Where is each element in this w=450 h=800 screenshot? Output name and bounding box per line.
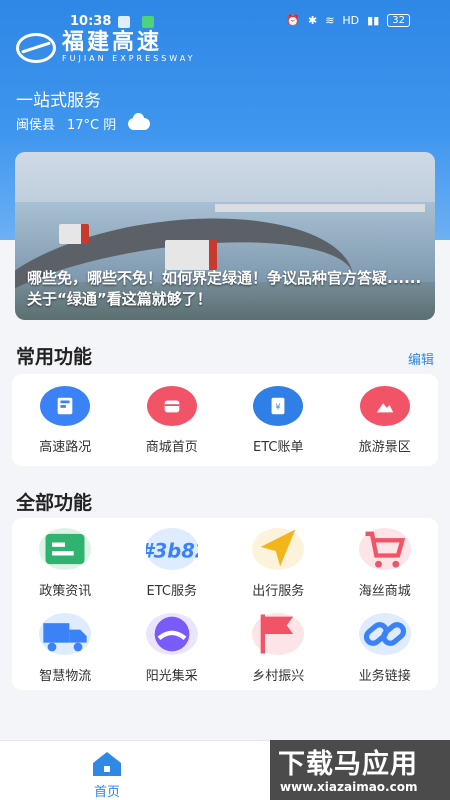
link-icon xyxy=(363,622,406,646)
svg-text:ET#3b82f6: ET#3b82f6 xyxy=(146,540,198,563)
function-label: 海丝商城 xyxy=(358,584,411,599)
road-map-icon xyxy=(57,397,73,415)
watermark-logo: 下载马应用 www.xiazaimao.com xyxy=(270,740,450,800)
expressway-logo-icon xyxy=(16,33,56,63)
function-label: 旅游景区 xyxy=(358,440,411,455)
news-card-icon xyxy=(45,533,85,565)
common-functions-card: 高速路况 商城首页 ¥ ETC账单 旅游景区 xyxy=(12,374,438,466)
sun-icon xyxy=(154,616,190,652)
brand-logo: 福建高速 FUJIAN EXPRESSWAY xyxy=(16,32,196,64)
bottom-tab-bar: 首页 下载马应用 www.xiazaimao.com xyxy=(0,740,450,800)
scenery-icon xyxy=(376,403,393,413)
function-label: 出行服务 xyxy=(252,584,305,599)
wifi-icon: ≋ xyxy=(325,14,335,27)
function-label: 高速路况 xyxy=(39,440,92,455)
all-item-truck[interactable]: 智慧物流 xyxy=(12,613,119,684)
banner-caption: 哪些免，哪些不免！如何界定绿通！争议品种官方答疑......关于“绿通”看这篇就… xyxy=(27,269,422,308)
common-item-road-map[interactable]: 高速路况 xyxy=(12,386,119,455)
truck-icon xyxy=(43,623,87,652)
etc-bill-icon: ¥ xyxy=(271,397,285,415)
battery-indicator: 32 xyxy=(387,14,410,27)
etc-icon: ET#3b82f6 xyxy=(146,540,198,563)
alarm-icon: ⏰ xyxy=(286,14,300,27)
hd-badge: HD xyxy=(342,14,360,27)
message-icon xyxy=(142,16,154,28)
function-label: 业务链接 xyxy=(358,669,411,684)
function-label: 乡村振兴 xyxy=(252,669,305,684)
weather-bar[interactable]: 闽侯县 17°C 阴 xyxy=(16,112,151,133)
bluetooth-icon: ✱ xyxy=(307,14,318,27)
bridge-image xyxy=(215,204,425,212)
home-icon xyxy=(93,752,121,776)
svg-text:¥: ¥ xyxy=(276,402,281,412)
all-functions-title: 全部功能 xyxy=(16,492,93,514)
function-label: 政策资讯 xyxy=(39,584,92,599)
all-item-flag[interactable]: 乡村振兴 xyxy=(225,613,332,684)
function-label: 商城首页 xyxy=(145,440,198,455)
all-item-cart[interactable]: 海丝商城 xyxy=(332,528,439,599)
tab-home-label: 首页 xyxy=(93,785,120,800)
flag-icon xyxy=(260,614,294,654)
function-label: ETC服务 xyxy=(146,584,197,599)
news-banner[interactable]: 哪些免，哪些不免！如何界定绿通！争议品种官方答疑......关于“绿通”看这篇就… xyxy=(15,152,435,320)
brand-name-en: FUJIAN EXPRESSWAY xyxy=(62,54,196,63)
weather-label: 17°C 阴 xyxy=(67,118,117,133)
function-label: 阳光集采 xyxy=(145,669,198,684)
page-subtitle: 一站式服务 xyxy=(16,91,101,111)
navigation-arrow-icon xyxy=(260,529,296,567)
cart-icon xyxy=(365,531,405,568)
truck-image xyxy=(59,224,89,244)
status-time: 10:38 xyxy=(70,14,112,29)
common-item-scenery[interactable]: 旅游景区 xyxy=(332,386,439,455)
brand-name-cn: 福建高速 xyxy=(62,30,163,55)
common-item-shop[interactable]: 商城首页 xyxy=(119,386,226,455)
all-item-etc[interactable]: ET#3b82f6 ETC服务 xyxy=(119,528,226,599)
all-item-news-card[interactable]: 政策资讯 xyxy=(12,528,119,599)
common-item-etc-bill[interactable]: ¥ ETC账单 xyxy=(225,386,332,455)
all-item-navigation-arrow[interactable]: 出行服务 xyxy=(225,528,332,599)
function-label: ETC账单 xyxy=(253,440,304,455)
common-functions-title: 常用功能 xyxy=(16,346,93,368)
status-icons: ⏰ ✱ ≋ HD ▮▮ 32 xyxy=(286,14,410,27)
truck-image xyxy=(165,240,217,270)
all-functions-card: 政策资讯 ET#3b82f6 ETC服务 出行服务 海丝商城智慧物流 阳光集采 乡村振兴 业务… xyxy=(12,518,438,690)
location-label: 闽侯县 xyxy=(16,118,56,133)
all-item-sun[interactable]: 阳光集采 xyxy=(119,613,226,684)
signal-icon: ▮▮ xyxy=(367,14,380,27)
all-item-link[interactable]: 业务链接 xyxy=(332,613,439,684)
shop-icon xyxy=(164,400,180,413)
edit-button[interactable]: 编辑 xyxy=(408,349,434,368)
function-label: 智慧物流 xyxy=(39,669,92,684)
cloud-icon xyxy=(128,112,151,130)
status-bar: 10:38 ⏰ ✱ ≋ HD ▮▮ 32 xyxy=(0,12,450,32)
android-icon xyxy=(118,16,130,28)
tab-home[interactable]: 首页 xyxy=(92,751,122,800)
